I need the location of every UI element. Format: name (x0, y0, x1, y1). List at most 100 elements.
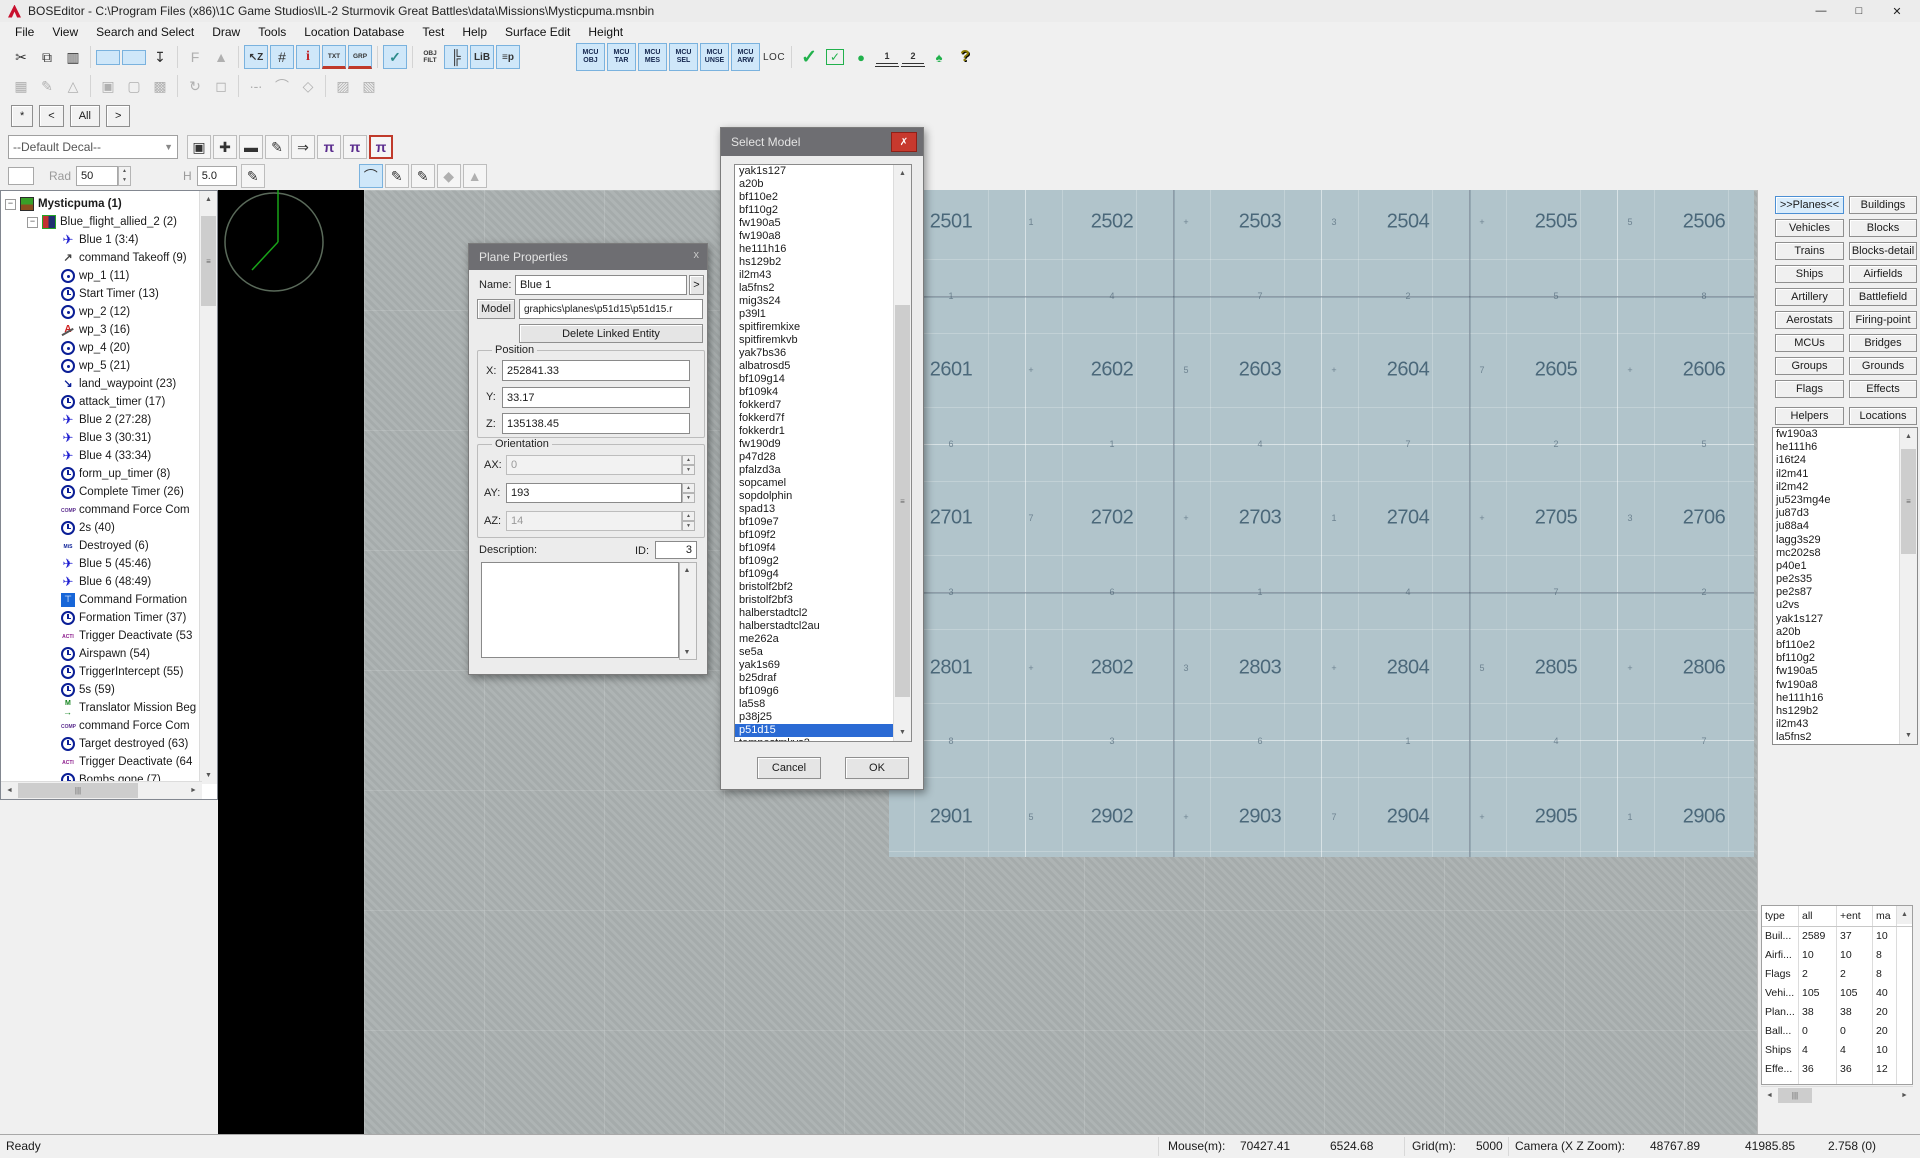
close-button[interactable]: ✕ (1878, 0, 1916, 22)
pi-box-icon[interactable]: π (369, 135, 393, 159)
category-button-blocks[interactable]: Blocks (1849, 219, 1917, 237)
confirm-box-icon[interactable]: ✓ (826, 49, 844, 65)
picker-icon[interactable]: ✎ (265, 135, 289, 159)
mcu-obj-icon[interactable]: MCUOBJ (576, 43, 605, 71)
mcu-mes-icon[interactable]: MCUMES (638, 43, 667, 71)
plane-model-item[interactable]: p40e1 (1773, 560, 1917, 573)
tree-item[interactable]: Blue 4 (33:34) (1, 447, 218, 465)
marquee-icon[interactable]: ◻ (209, 74, 233, 98)
pi-check-icon[interactable]: π (343, 135, 367, 159)
level2-icon[interactable]: 2 (901, 47, 925, 67)
category-button-flags[interactable]: Flags (1775, 380, 1844, 398)
model-list-item[interactable]: bf109f2 (735, 529, 896, 542)
category-button-airfields[interactable]: Airfields (1849, 265, 1917, 283)
x-field[interactable]: 252841.33 (502, 360, 690, 381)
model-list-item[interactable]: mig3s24 (735, 295, 896, 308)
record-icon[interactable]: ● (849, 45, 873, 69)
decal-dropdown[interactable]: --Default Decal-- ▼ (8, 135, 178, 159)
tree-item[interactable]: Blue 3 (30:31) (1, 429, 218, 447)
tree-expander-icon[interactable]: − (27, 217, 38, 228)
map-area[interactable]: 2501250225032504250525062601260226032604… (889, 190, 1754, 857)
model-list-item[interactable]: p38j25 (735, 711, 896, 724)
model-list-item[interactable]: il2m43 (735, 269, 896, 282)
model-list-item[interactable]: tempestmkvs2 (735, 737, 896, 742)
add-decal-icon[interactable]: ✚ (213, 135, 237, 159)
tree-item[interactable]: form_up_timer (8) (1, 465, 218, 483)
scroll-up-icon[interactable]: ▲ (200, 191, 217, 208)
measure-icon[interactable]: ▥ (61, 45, 85, 69)
model-list-item[interactable]: fokkerd7f (735, 412, 896, 425)
grid-icon[interactable]: # (270, 45, 294, 69)
maximize-button[interactable]: □ (1840, 0, 1878, 22)
model-list-item[interactable]: spitfiremkixe (735, 321, 896, 334)
model-list-item[interactable]: halberstadtcl2 (735, 607, 896, 620)
arc-add-icon[interactable]: ⌒ (359, 164, 383, 188)
category-button-battlefield[interactable]: Battlefield (1849, 288, 1917, 306)
object-info-icon[interactable]: i (296, 45, 320, 69)
dialog-title-bar[interactable]: Plane Properties x (469, 244, 707, 270)
category-button-grounds[interactable]: Grounds (1849, 357, 1917, 375)
plane-model-item[interactable]: hs129b2 (1773, 705, 1917, 718)
model-list-item[interactable]: albatrosd5 (735, 360, 896, 373)
model-list-item[interactable]: bristolf2bf2 (735, 581, 896, 594)
counts-hscrollbar[interactable]: ◄ ||| ► (1761, 1086, 1913, 1104)
minimize-button[interactable]: — (1802, 0, 1840, 22)
scroll-left-icon[interactable]: ◄ (1761, 1087, 1778, 1104)
plane-model-item[interactable]: fw190a3 (1773, 428, 1917, 441)
model-list-item[interactable]: fw190a8 (735, 230, 896, 243)
screenshot-icon[interactable]: ▣ (187, 135, 211, 159)
scroll-down-icon[interactable]: ▼ (1900, 727, 1917, 744)
plane-model-item[interactable]: lagg3s29 (1773, 534, 1917, 547)
model-list-item[interactable]: sopdolphin (735, 490, 896, 503)
plane-model-item[interactable]: i16t24 (1773, 454, 1917, 467)
model-list-item[interactable]: p47d28 (735, 451, 896, 464)
scroll-up-icon[interactable]: ▲ (1897, 906, 1912, 924)
model-list-item[interactable]: bf109k4 (735, 386, 896, 399)
plane-model-item[interactable]: pe2s35 (1773, 573, 1917, 586)
tree-item[interactable]: attack_timer (17) (1, 393, 218, 411)
model-list-item[interactable]: fw190a5 (735, 217, 896, 230)
select-z-icon[interactable]: ↖Z (244, 45, 268, 69)
category-button-helpers[interactable]: Helpers (1775, 407, 1844, 425)
z-field[interactable]: 135138.45 (502, 413, 690, 434)
ay-spinner[interactable]: ▲▼ (682, 483, 695, 503)
model-path-field[interactable]: graphics\planes\p51d15\p51d15.r (519, 299, 703, 319)
tree-item[interactable]: land_waypoint (23) (1, 375, 218, 393)
object-filter-icon[interactable]: OBJ FILT (418, 45, 442, 69)
tree-item[interactable]: Blue 2 (27:28) (1, 411, 218, 429)
model-list-item[interactable]: spad13 (735, 503, 896, 516)
palette-vscrollbar[interactable]: ▲ ≡ ▼ (1899, 428, 1917, 744)
tree-vscrollbar[interactable]: ▲ ≡ ▼ (199, 191, 217, 784)
tree-item[interactable]: wp_1 (11) (1, 267, 218, 285)
add-checker-icon[interactable]: ▦ (9, 74, 33, 98)
tree-item[interactable]: −Blue_flight_allied_2 (2) (1, 213, 218, 231)
scroll-up-icon[interactable]: ▲ (1900, 428, 1917, 445)
counts-hscroll-thumb[interactable]: ||| (1778, 1088, 1812, 1103)
y-field[interactable]: 33.17 (502, 387, 690, 408)
tree-item[interactable]: Blue 5 (45:46) (1, 555, 218, 573)
tree-item[interactable]: command Force Com (1, 501, 218, 519)
model-list-item[interactable]: bf109g14 (735, 373, 896, 386)
ax-spinner[interactable]: ▲▼ (682, 455, 695, 475)
description-textarea[interactable] (481, 562, 679, 658)
level1-icon[interactable]: 1 (875, 47, 899, 67)
add-mesh-icon[interactable]: △ (61, 74, 85, 98)
plane-model-item[interactable]: ju88a4 (1773, 520, 1917, 533)
scroll-right-icon[interactable]: ► (185, 782, 202, 799)
rotate-icon[interactable]: ↻ (183, 74, 207, 98)
category-button-groups[interactable]: Groups (1775, 357, 1844, 375)
tree-item[interactable]: wp_3 (16) (1, 321, 218, 339)
help-icon[interactable]: ? (953, 45, 977, 69)
close-icon[interactable]: ✗ (891, 132, 917, 152)
confirm-icon[interactable]: ✓ (797, 45, 821, 69)
category-button-trains[interactable]: Trains (1775, 242, 1844, 260)
plane-model-item[interactable]: fw190a5 (1773, 665, 1917, 678)
tree-item[interactable]: Airspawn (54) (1, 645, 218, 663)
model-list-item[interactable]: bf109g2 (735, 555, 896, 568)
category-button-firing-point[interactable]: Firing-point (1849, 311, 1917, 329)
plane-model-item[interactable]: bf110g2 (1773, 652, 1917, 665)
plane-model-item[interactable]: fw190a8 (1773, 679, 1917, 692)
text-labels-icon[interactable]: TXT (322, 45, 346, 69)
tree-hscrollbar[interactable]: ◄ ||| ► (1, 781, 202, 799)
menu-item[interactable]: Draw (203, 23, 249, 41)
